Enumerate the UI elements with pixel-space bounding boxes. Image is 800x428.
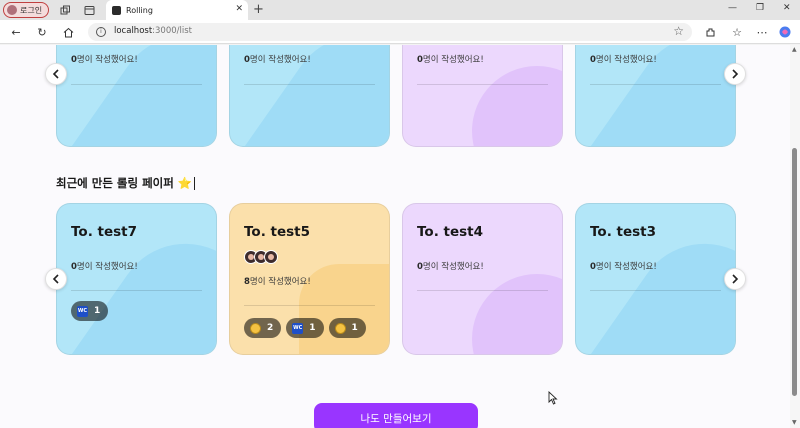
carousel-prev-button[interactable] [45,63,67,85]
rolling-card[interactable]: 0명이 작성했어요! [229,45,390,147]
avatar [264,250,278,264]
rolling-card-test5[interactable]: To. test5 8명이 작성했어요! 2 WC 1 1 [229,203,390,355]
rolling-card-test4[interactable]: To. test4 0명이 작성했어요! [402,203,563,355]
chevron-left-icon [52,69,59,79]
profile-button[interactable]: 로그인 [3,2,50,18]
back-icon[interactable]: ← [9,25,23,39]
card-title: To. test5 [244,224,311,240]
mouse-cursor-icon [548,391,558,405]
recent-section-title: 최근에 만든 롤링 페이퍼 ⭐ [56,175,196,191]
tab-close-icon[interactable]: ✕ [235,4,243,14]
reaction-list: WC 1 [71,301,109,321]
more-menu-icon[interactable]: ⋯ [755,25,769,39]
scroll-down-icon[interactable]: ▼ [792,419,797,426]
rolling-card[interactable]: 0명이 작성했어요! [575,45,736,147]
card-divider [244,305,375,306]
browser-toolbar: ← ↻ i localhost:3000/list ☆ ☆ ⋯ [0,20,800,44]
page-scrollbar[interactable]: ▲ ▼ [790,45,800,428]
tab-actions-icon[interactable] [82,3,96,17]
rolling-card[interactable]: 0명이 작성했어요! [56,45,217,147]
address-bar[interactable]: i localhost:3000/list ☆ [88,23,692,41]
card-title: To. test3 [590,224,657,240]
workspaces-icon[interactable] [58,3,72,17]
tab-rolling[interactable]: Rolling ✕ [106,0,248,20]
card-divider [590,290,721,291]
new-tab-icon[interactable]: + [253,2,264,17]
grin-icon [250,322,261,334]
grin-icon [334,322,346,334]
card-title: To. test7 [71,224,138,240]
profile-avatar-icon [7,5,17,15]
writer-count: 8명이 작성했어요! [244,277,311,287]
writer-count: 0명이 작성했어요! [417,262,484,272]
carousel-next-button[interactable] [724,268,746,290]
scroll-up-icon[interactable]: ▲ [792,46,797,53]
close-window-icon[interactable]: ✕ [783,3,791,13]
writer-count: 0명이 작성했어요! [244,55,311,65]
carousel-next-button[interactable] [724,63,746,85]
rolling-favicon-icon [112,5,121,15]
card-divider [71,84,202,85]
site-info-icon[interactable]: i [96,27,106,37]
restore-icon[interactable]: ❐ [756,3,764,13]
reaction-badge[interactable]: 1 [328,318,366,338]
writer-count: 0명이 작성했어요! [71,55,138,65]
card-divider [417,290,548,291]
minimize-icon[interactable]: — [728,3,737,13]
rolling-card-test3[interactable]: To. test3 0명이 작성했어요! [575,203,736,355]
writer-count: 0명이 작성했어요! [590,262,657,272]
tab-title: Rolling [126,5,153,15]
card-divider [417,84,548,85]
carousel-prev-button[interactable] [45,268,67,290]
card-divider [590,84,721,85]
profile-label: 로그인 [20,5,43,15]
wc-icon: WC [77,305,88,317]
card-divider [244,84,375,85]
reaction-list: 2 WC 1 1 [244,318,366,338]
writer-count: 0명이 작성했어요! [71,262,138,272]
writer-count: 0명이 작성했어요! [590,55,657,65]
collections-icon[interactable]: ☆ [730,25,744,39]
card-divider [71,290,202,291]
writer-count: 0명이 작성했어요! [417,55,484,65]
make-rolling-paper-button[interactable]: 나도 만들어보기 [314,403,478,428]
home-icon[interactable] [61,25,75,39]
url-text: localhost:3000/list [114,26,192,36]
chevron-right-icon [732,274,739,284]
text-caret [194,177,196,190]
page-viewport: 0명이 작성했어요! 0명이 작성했어요! 0명이 작성했어요! 0명이 작성했… [0,45,790,428]
copilot-icon[interactable] [778,25,792,39]
rolling-card-test7[interactable]: To. test7 0명이 작성했어요! WC 1 [56,203,217,355]
scroll-thumb[interactable] [792,148,797,396]
extensions-icon[interactable] [703,25,717,39]
favorite-star-icon[interactable]: ☆ [673,24,684,38]
reload-icon[interactable]: ↻ [35,25,49,39]
card-title: To. test4 [417,224,484,240]
chevron-left-icon [52,274,59,284]
reaction-badge[interactable]: 2 [244,318,282,338]
writer-avatars [244,250,278,264]
wc-icon: WC [292,322,304,334]
reaction-badge[interactable]: WC 1 [286,318,324,338]
rolling-card[interactable]: 0명이 작성했어요! [402,45,563,147]
chevron-right-icon [732,69,739,79]
browser-tab-strip: 로그인 Rolling ✕ + — ❐ ✕ [0,0,800,20]
reaction-badge[interactable]: WC 1 [71,301,109,321]
